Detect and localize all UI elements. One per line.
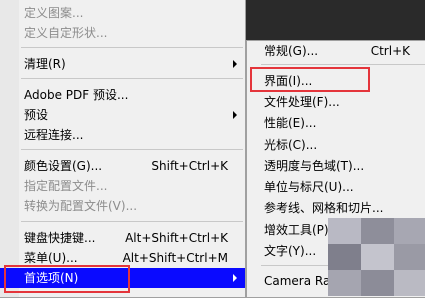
menu-item-label: 文字(Y)... [264, 244, 317, 258]
submenu-arrow-icon [233, 274, 237, 282]
menu-item-label: 单位与标尺(U)... [264, 180, 354, 194]
menu-item-label: 首选项(N) [24, 271, 79, 285]
menu-separator [21, 221, 243, 222]
menu-item-label: 远程连接... [24, 128, 84, 142]
submenu-item-cursors[interactable]: 光标(C)... [247, 135, 425, 155]
menu-separator [21, 149, 243, 150]
menu-item-shortcut: Ctrl+K [370, 44, 410, 58]
menu-item-label: 文件处理(F)... [264, 95, 340, 109]
menu-separator [21, 78, 243, 79]
menu-item-label: 指定配置文件... [24, 179, 108, 193]
submenu-item-units-rulers[interactable]: 单位与标尺(U)... [247, 177, 425, 197]
pixelated-overlay [328, 218, 425, 296]
menu-item-label: 性能(E)... [264, 116, 317, 130]
submenu-arrow-icon [233, 111, 237, 119]
menu-item-label: 转换为配置文件(V)... [24, 199, 138, 213]
menu-item-label: 常规(G)... [264, 44, 319, 58]
menu-item-color-settings[interactable]: 颜色设置(G)... Shift+Ctrl+K [0, 156, 245, 176]
menu-item-define-pattern: 定义图案... [0, 3, 245, 23]
menu-item-preferences[interactable]: 首选项(N) [0, 268, 245, 288]
menu-separator [21, 47, 243, 48]
submenu-item-guides-grid-slices[interactable]: 参考线、网格和切片... [247, 198, 425, 218]
menu-item-label: 菜单(U)... [24, 251, 78, 265]
submenu-arrow-icon [233, 60, 237, 68]
submenu-item-performance[interactable]: 性能(E)... [247, 113, 425, 133]
menu-item-label: 颜色设置(G)... [24, 159, 103, 173]
menu-item-label: 界面(I)... [264, 74, 313, 88]
menu-item-label: 清理(R) [24, 57, 66, 71]
menu-item-keyboard-shortcuts[interactable]: 键盘快捷键... Alt+Shift+Ctrl+K [0, 228, 245, 248]
menu-item-presets[interactable]: 预设 [0, 105, 245, 125]
submenu-item-interface[interactable]: 界面(I)... [247, 71, 425, 91]
menu-item-adobe-pdf-presets[interactable]: Adobe PDF 预设... [0, 85, 245, 105]
menu-item-menus[interactable]: 菜单(U)... Alt+Shift+Ctrl+M [0, 248, 245, 268]
menu-item-shortcut: Alt+Shift+Ctrl+M [122, 251, 228, 265]
menu-item-label: 键盘快捷键... [24, 231, 96, 245]
menu-separator [261, 64, 425, 65]
menu-item-convert-to-profile: 转换为配置文件(V)... [0, 196, 245, 216]
submenu-item-transparency-gamut[interactable]: 透明度与色域(T)... [247, 156, 425, 176]
menu-item-label: 定义图案... [24, 6, 84, 20]
menu-item-shortcut: Alt+Shift+Ctrl+K [125, 231, 228, 245]
menu-item-purge[interactable]: 清理(R) [0, 54, 245, 74]
menu-item-remote-connections[interactable]: 远程连接... [0, 125, 245, 145]
submenu-item-general[interactable]: 常规(G)... Ctrl+K [247, 41, 425, 61]
menu-item-label: 预设 [24, 108, 49, 122]
menu-item-shortcut: Shift+Ctrl+K [151, 159, 228, 173]
submenu-item-file-handling[interactable]: 文件处理(F)... [247, 92, 425, 112]
menu-item-label: Adobe PDF 预设... [24, 88, 129, 102]
menu-item-label: 光标(C)... [264, 138, 318, 152]
edit-menu: 定义图案... 定义自定形状... 清理(R) Adobe PDF 预设... … [0, 0, 246, 298]
menu-item-label: 定义自定形状... [24, 26, 108, 40]
menu-item-label: 参考线、网格和切片... [264, 201, 384, 215]
menu-item-label: 透明度与色域(T)... [264, 159, 365, 173]
menu-item-assign-profile: 指定配置文件... [0, 176, 245, 196]
menu-item-define-custom-shape: 定义自定形状... [0, 23, 245, 43]
